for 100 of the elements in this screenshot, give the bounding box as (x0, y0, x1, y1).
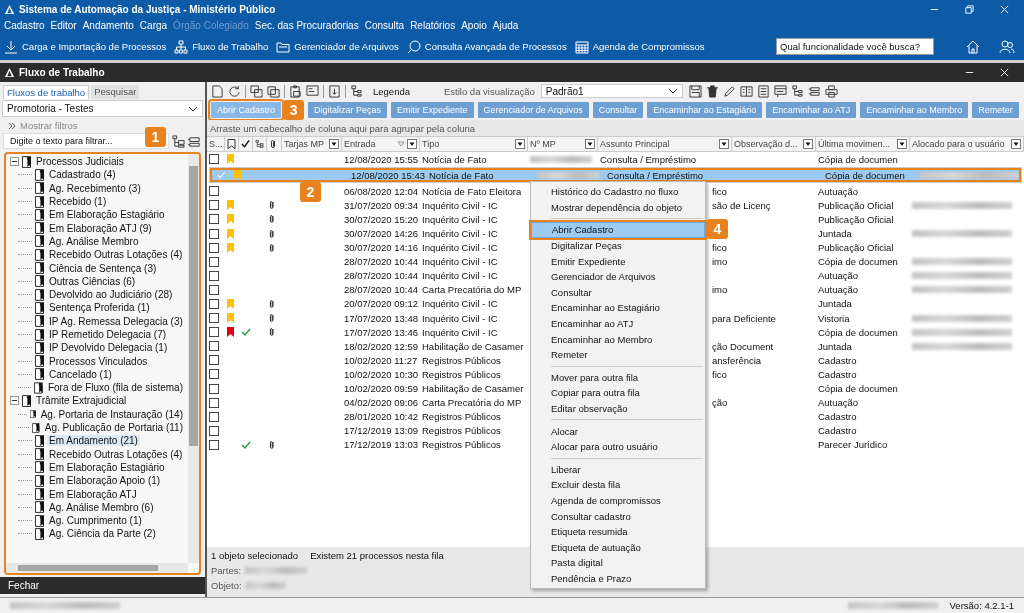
refresh-icon[interactable] (228, 84, 241, 98)
tree-item[interactable]: Ag. Recebimento (3) (47, 182, 143, 194)
tree-item[interactable]: IP Remetido Delegacia (7) (47, 329, 169, 340)
close-icon[interactable] (999, 3, 1010, 15)
tree-group[interactable]: Processos Judiciais (34, 156, 126, 168)
tree-item[interactable]: Cancelado (1) (47, 368, 114, 380)
tree-group[interactable]: Trâmite Extrajudicial (34, 395, 129, 407)
close-panel-button[interactable]: Fechar (8, 580, 40, 591)
tree-item[interactable]: Em Elaboração ATJ (9) (47, 222, 154, 234)
context-menu-item[interactable]: Alocar para outro usuário (531, 438, 705, 455)
menu-item[interactable]: Sec. das Procuradorias (254, 20, 359, 31)
home-icon[interactable] (965, 38, 981, 55)
new-document-icon[interactable] (211, 84, 224, 98)
column-header[interactable]: Alocado para o usuário (910, 137, 1024, 151)
tree-item[interactable]: IP Devolvido Delegacia (1) (47, 342, 170, 354)
column-header[interactable]: S... (207, 137, 225, 151)
menu-item[interactable]: Consulta (364, 20, 405, 31)
tree-item[interactable]: Em Elaboração ATJ (47, 488, 139, 500)
column-header[interactable] (239, 137, 253, 151)
toolbar-button[interactable]: Gerenciador de Arquivos (276, 39, 399, 54)
tree-item[interactable]: Processos Vinculados (47, 355, 150, 367)
checkbox[interactable] (209, 214, 219, 225)
windows-icon[interactable] (250, 84, 263, 98)
context-menu-item[interactable]: Consultar cadastro (531, 508, 705, 524)
tree-item[interactable]: Devolvido ao Judiciário (28) (47, 289, 175, 301)
form-icon[interactable] (773, 84, 787, 98)
users-icon[interactable] (999, 38, 1015, 55)
close-icon[interactable] (999, 67, 1010, 78)
checkbox[interactable] (209, 154, 219, 165)
tree-item[interactable]: Em Elaboração Apoio (1) (47, 475, 163, 487)
tree-item[interactable]: Em Elaboração Estagiário (47, 209, 167, 221)
tree-item[interactable]: Recebido (1) (47, 196, 109, 208)
filter-dropdown-icon[interactable] (803, 139, 813, 149)
context-menu-item[interactable]: Remeter (531, 346, 705, 363)
column-header[interactable]: Nº MP (528, 137, 598, 151)
checkbox[interactable] (209, 341, 219, 352)
column-header[interactable]: Observação d... (732, 137, 816, 151)
legend-button[interactable]: Legenda (373, 85, 410, 97)
menu-item[interactable]: Relatórios (410, 20, 456, 31)
clipboard-icon[interactable] (289, 84, 302, 98)
tree-item[interactable]: Ag. Análise Membro (6) (47, 501, 156, 513)
search-field[interactable]: Qual funcionalidade você busca? (776, 38, 934, 55)
view-style-dropdown[interactable]: Padrão1 (540, 84, 683, 98)
menu-item[interactable]: Carga (139, 20, 168, 31)
menu-item[interactable]: Editor (50, 20, 77, 31)
menu-item[interactable]: Ajuda (492, 20, 519, 31)
tree-item[interactable]: Recebido Outras Lotações (4) (47, 448, 185, 460)
checkbox[interactable] (209, 369, 219, 380)
list-icon[interactable] (807, 84, 821, 98)
copy-icon[interactable] (267, 84, 280, 98)
checkbox[interactable] (209, 299, 219, 309)
tab[interactable]: Fluxos de trabalho (3, 85, 90, 99)
tree-item[interactable]: Ag. Publicação de Portaria (11) (42, 422, 185, 434)
context-menu-item[interactable]: Alocar (531, 423, 705, 439)
context-menu-item[interactable]: Encaminhar ao Membro (531, 331, 705, 347)
context-menu-item[interactable]: Editar observação (531, 400, 705, 417)
tree-item[interactable]: Ag. Análise Membro (47, 235, 141, 247)
form-icon[interactable] (306, 84, 319, 98)
tree-item[interactable]: Ag. Cumprimento (1) (47, 515, 144, 527)
selected-row[interactable]: 12/08/2020 15:43 Notícia de Fato Consulta / Empréstimo Cópia de documen (209, 167, 1022, 184)
context-menu-item[interactable]: Mover para outra fila (531, 369, 705, 386)
context-menu-item[interactable]: Encaminhar ao Estagiário (531, 300, 705, 316)
context-menu-item[interactable]: Pasta digital (531, 555, 705, 571)
checkbox[interactable] (209, 270, 219, 281)
trash-icon[interactable] (705, 84, 719, 98)
context-menu-item[interactable]: Etiqueta resumida (531, 523, 705, 540)
context-menu-item[interactable]: Abrir Cadastro (531, 222, 705, 238)
checkbox[interactable] (209, 200, 219, 211)
context-menu-item[interactable]: Mostrar dependência do objeto (531, 199, 705, 216)
filter-dropdown-icon[interactable] (407, 139, 417, 149)
collapse-tree-icon[interactable] (188, 134, 201, 148)
vertical-scrollbar[interactable] (188, 154, 199, 563)
tree-item[interactable]: Ciência de Sentença (3) (47, 262, 159, 274)
checkbox[interactable] (209, 186, 219, 197)
hierarchy-icon[interactable] (350, 84, 363, 98)
toolbar-button[interactable]: Fluxo de Trabalho (174, 39, 269, 54)
context-menu-item[interactable]: Emitir Expediente (531, 253, 705, 269)
context-menu-item[interactable]: Excluir desta fila (531, 477, 705, 493)
checked-checkbox[interactable] (216, 170, 226, 181)
checkbox[interactable] (209, 242, 219, 253)
filter-dropdown-icon[interactable] (515, 139, 525, 149)
checkbox[interactable] (209, 397, 219, 408)
hierarchy-icon[interactable] (790, 84, 804, 98)
column-header[interactable] (225, 137, 239, 151)
tree-item[interactable]: Recebido Outras Lotações (4) (47, 249, 185, 261)
context-menu-item[interactable]: Gerenciador de Arquivos (531, 268, 705, 285)
context-menu-item[interactable]: Digitalizar Peças (531, 237, 705, 254)
document-list-icon[interactable] (756, 84, 770, 98)
tree-item[interactable]: Ag. Portaria de Instauração (14) (38, 408, 185, 420)
checkbox[interactable] (209, 284, 219, 295)
column-header[interactable]: Assunto Principal (598, 137, 732, 151)
toolbar-button[interactable]: Carga e Importação de Processos (4, 39, 167, 54)
menu-item[interactable]: Apoio (461, 20, 487, 31)
collapse-icon[interactable] (10, 157, 19, 167)
save-icon[interactable] (688, 84, 702, 98)
checkbox[interactable] (209, 228, 219, 239)
collapse-icon[interactable] (10, 396, 19, 406)
tree-item[interactable]: Em Andamento (21) (47, 435, 140, 447)
menu-item[interactable]: Cadastro (4, 20, 45, 31)
tree-item[interactable]: Fora de Fluxo (fila de sistema) (45, 382, 185, 394)
